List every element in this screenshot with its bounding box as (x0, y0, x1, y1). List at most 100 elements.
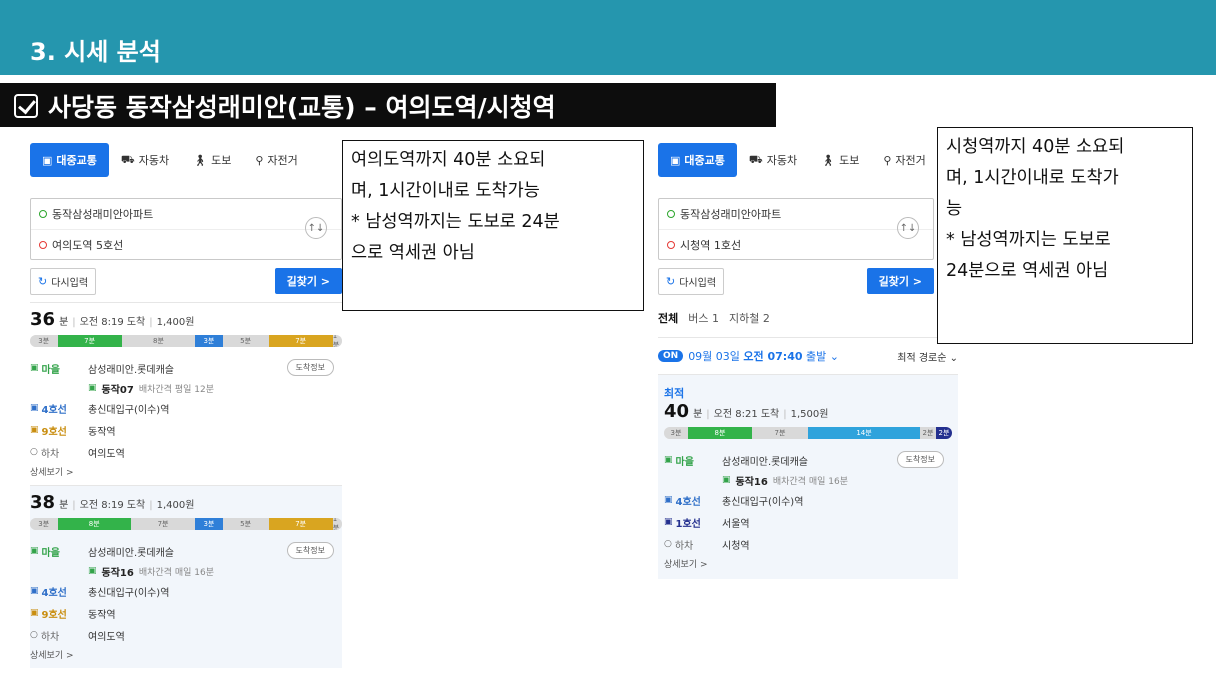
timeline-segment-walk: 1분 (332, 335, 342, 347)
swap-icon[interactable]: ↑↓ (897, 217, 919, 239)
fare: 1,400원 (156, 317, 195, 328)
mode-tab-walk[interactable]: 🚶︎ 도보 (809, 143, 871, 177)
route-result-card[interactable]: 36 분 | 오전 8:19 도착 | 1,400원 3분 7분 8분 3분 5분 7분 1… (30, 302, 342, 485)
search-route-button[interactable]: 길찾기 > (866, 268, 934, 294)
timeline-segment-walk: 3분 (30, 335, 58, 347)
walk-icon: 🚶︎ (193, 153, 208, 167)
detail-link[interactable]: 상세보기 > (664, 557, 952, 573)
bus-icon: ▣ (30, 546, 39, 556)
bus-icon: ▣ (88, 566, 97, 576)
route-input-box: 동작삼성래미안아파트 여의도역 5호선 ↑↓ (30, 198, 342, 260)
arrival-time: 오전 8:19 도착 (79, 500, 146, 511)
departure-time[interactable]: 09월 03일 오전 07:40 출발 ⌄ (688, 348, 839, 364)
origin-input[interactable]: 동작삼성래미안아파트 (31, 199, 341, 229)
departure-row: ON 09월 03일 오전 07:40 출발 ⌄ 최적 경로순 ⌄ (658, 338, 958, 374)
route-summary: 36 분 | 오전 8:19 도착 | 1,400원 (30, 309, 195, 330)
tab-subway[interactable]: 지하철 2 (729, 310, 770, 326)
subway-icon: ▣ (30, 403, 39, 413)
transport-mode-tabs: ▣ 대중교통 ⛟ 자동차 🚶︎ 도보 ⚲ 자전거 (658, 140, 958, 180)
route-step: ▣ 9호선 동작역 (30, 608, 116, 621)
bus-number: 동작07 (101, 384, 134, 396)
timeline-segment-green: 8분 (688, 427, 752, 439)
note-box-yeouido: 여의도역까지 40분 소요되 며, 1시간이내로 도착가능 * 남성역까지는 도… (342, 140, 644, 311)
arrival-info-button[interactable]: 도착정보 (286, 542, 334, 559)
mode-tab-car[interactable]: ⛟ 자동차 (737, 143, 809, 177)
mode-tab-transit[interactable]: ▣ 대중교통 (30, 143, 109, 177)
walk-icon: 🚶︎ (821, 153, 836, 167)
best-route-card[interactable]: 최적 40 분 | 오전 8:21 도착 | 1,500원 3분 8분 7분 14분 2… (658, 374, 958, 579)
route-step: ▣ 마을 삼성래미안.롯데캐슬 도착정보 (30, 357, 342, 379)
destination-input[interactable]: 시청역 1호선 (659, 229, 933, 259)
bus-icon: ▣ (664, 455, 673, 465)
mode-tab-transit[interactable]: ▣ 대중교통 (658, 143, 737, 177)
arrival-info-button[interactable]: 도착정보 (286, 359, 334, 376)
timeline-segment-walk: 7분 (130, 518, 196, 530)
route-step: ○ 하차 시청역 (664, 539, 750, 552)
swap-icon[interactable]: ↑↓ (305, 217, 327, 239)
bus-icon: ▣ (722, 475, 731, 485)
search-route-button[interactable]: 길찾기 > (274, 268, 342, 294)
fare: 1,400원 (156, 500, 195, 511)
subway-icon: ▣ (664, 517, 673, 527)
route-step: ○ 하차 여의도역 (30, 447, 125, 460)
subway-icon: ▣ (30, 586, 39, 596)
note-box-cityhall: 시청역까지 40분 소요되 며, 1시간이내로 도착가 능 * 남성역까지는 도… (937, 127, 1193, 344)
section-header-bar: 3. 시세 분석 (0, 0, 1216, 75)
timeline-segment-walk: 1분 (332, 518, 342, 530)
timeline-segment-walk: 2분 (920, 427, 936, 439)
on-badge[interactable]: ON (658, 350, 684, 362)
bus-icon: ▣ (88, 383, 97, 393)
bus-icon: ▣ (42, 153, 53, 167)
bus-interval: 배차간격 평일 12분 (138, 384, 214, 395)
mode-tab-bike[interactable]: ⚲ 자전거 (871, 143, 937, 177)
arrival-info-button[interactable]: 도착정보 (896, 451, 944, 468)
bus-interval: 배차간격 매일 16분 (138, 567, 214, 578)
mode-tab-walk[interactable]: 🚶︎ 도보 (181, 143, 243, 177)
arrival-time: 오전 8:21 도착 (713, 409, 780, 420)
route-summary: 40 분 | 오전 8:21 도착 | 1,500원 (664, 401, 829, 422)
route-timeline-bar: 3분 7분 8분 3분 5분 7분 1분 (30, 335, 342, 347)
alight-icon: ○ (30, 630, 38, 640)
duration-minutes: 38 (30, 492, 56, 513)
origin-dot-icon (39, 210, 47, 218)
destination-input[interactable]: 여의도역 5호선 (31, 229, 341, 259)
subway-icon: ▣ (30, 425, 39, 435)
duration-minutes: 40 (664, 401, 690, 422)
timeline-segment-walk: 5분 (222, 518, 269, 530)
route-result-card[interactable]: 38 분 | 오전 8:19 도착 | 1,400원 3분 8분 7분 3분 5분 7분 1… (30, 485, 342, 668)
detail-link[interactable]: 상세보기 > (30, 648, 342, 664)
mode-tab-car[interactable]: ⛟ 자동차 (109, 143, 181, 177)
timeline-segment-walk: 5분 (222, 335, 269, 347)
subtitle-bar: 사당동 동작삼성래미안(교통) – 여의도역/시청역 (0, 83, 776, 127)
timeline-segment-navy: 2분 (936, 427, 952, 439)
timeline-segment-blue: 3분 (195, 335, 223, 347)
bus-icon: ▣ (670, 153, 681, 167)
bike-icon: ⚲ (883, 153, 892, 167)
sort-dropdown[interactable]: 최적 경로순 ⌄ (897, 349, 958, 364)
bus-number: 동작16 (735, 476, 768, 488)
route-step: ▣ 1호선 서울역 (664, 517, 750, 530)
timeline-segment-green: 8분 (57, 518, 131, 530)
bus-detail: ▣ 동작16 배차간격 매일 16분 (30, 562, 342, 580)
origin-input[interactable]: 동작삼성래미안아파트 (659, 199, 933, 229)
refresh-icon: ↻ (38, 274, 48, 288)
timeline-segment-blue: 3분 (195, 518, 223, 530)
route-step: ▣ 마을 삼성래미안.롯데캐슬 도착정보 (664, 449, 952, 471)
bus-interval: 배차간격 매일 16분 (772, 476, 848, 487)
detail-link[interactable]: 상세보기 > (30, 465, 342, 481)
reset-button[interactable]: ↻ 다시입력 (30, 267, 97, 295)
mode-tab-bike[interactable]: ⚲ 자전거 (243, 143, 309, 177)
alight-icon: ○ (664, 539, 672, 549)
route-timeline-bar: 3분 8분 7분 14분 2분 2분 (664, 427, 952, 439)
tab-all[interactable]: 전체 (658, 310, 678, 326)
result-filter-tabs: 전체 버스 1 지하철 2 (658, 298, 958, 338)
timeline-segment-walk: 8분 (121, 335, 196, 347)
transport-mode-tabs: ▣ 대중교통 ⛟ 자동차 🚶︎ 도보 ⚲ 자전거 (30, 140, 342, 180)
timeline-segment-yellow: 7분 (268, 518, 333, 530)
arrival-time: 오전 8:19 도착 (79, 317, 146, 328)
reset-button[interactable]: ↻ 다시입력 (658, 267, 725, 295)
tab-bus[interactable]: 버스 1 (688, 310, 719, 326)
car-icon: ⛟ (120, 152, 135, 166)
bike-icon: ⚲ (255, 153, 264, 167)
subway-icon: ▣ (30, 608, 39, 618)
